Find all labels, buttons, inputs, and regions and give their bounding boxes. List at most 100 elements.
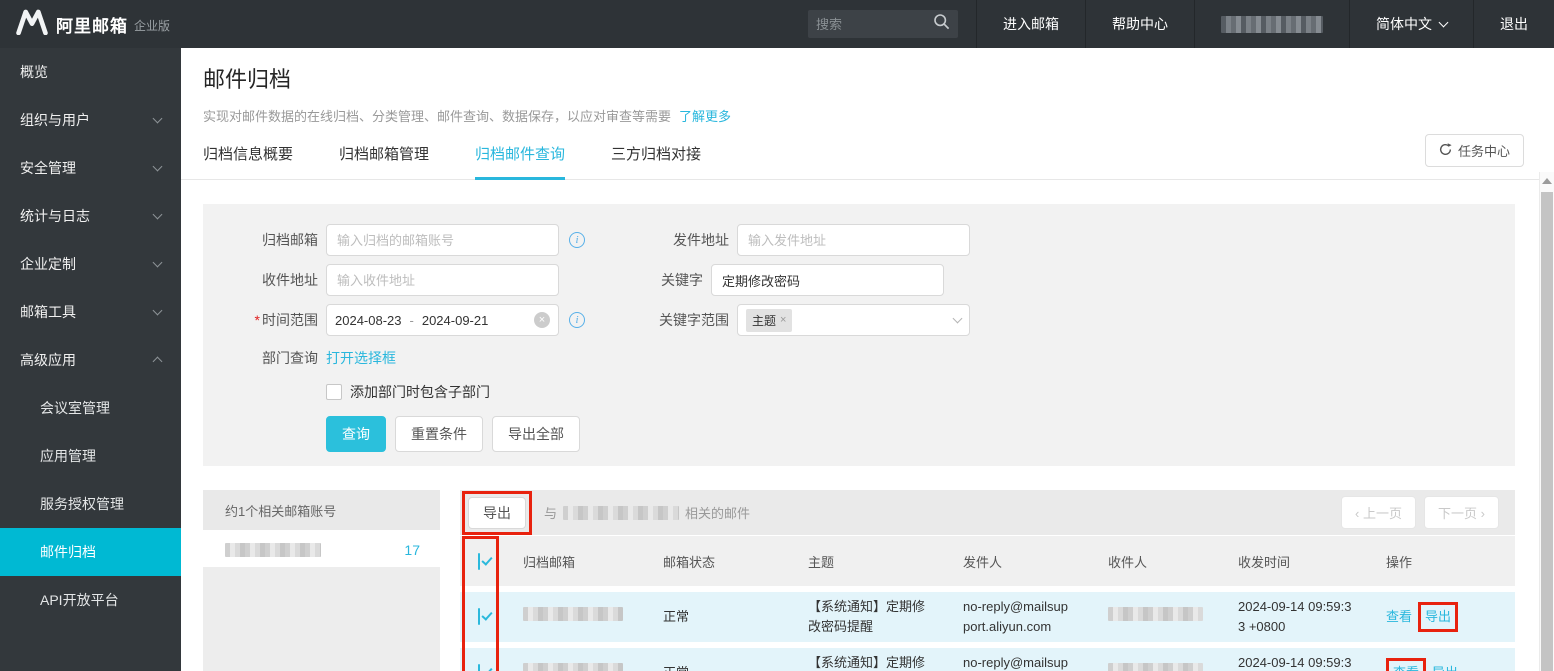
include-sub-dept-checkbox[interactable] [326, 384, 342, 400]
chevron-down-icon[interactable] [953, 314, 963, 324]
enter-mailbox-button[interactable]: 进入邮箱 [976, 0, 1085, 48]
sidebar-subitem-label: 应用管理 [40, 446, 96, 466]
redacted-account-name [1221, 16, 1323, 33]
sidebar-item-mail-tools[interactable]: 邮箱工具 [0, 288, 181, 336]
sidebar-item-org-users[interactable]: 组织与用户 [0, 96, 181, 144]
mail-time: 2024-09-14 09:59:33 +0800 [1220, 597, 1368, 637]
clear-date-icon[interactable]: × [534, 312, 550, 328]
sidebar-item-api-platform[interactable]: API开放平台 [0, 576, 181, 624]
help-center-button[interactable]: 帮助中心 [1085, 0, 1194, 48]
sidebar-subitem-label: 会议室管理 [40, 398, 110, 418]
chevron-down-icon [153, 162, 163, 172]
chevron-down-icon [153, 306, 163, 316]
learn-more-link[interactable]: 了解更多 [679, 109, 731, 124]
sidebar-item-advanced-apps[interactable]: 高级应用 [0, 336, 181, 384]
archive-mailbox-label: 归档邮箱 [203, 230, 318, 250]
view-mail-link[interactable]: 查看 [1393, 665, 1419, 671]
date-end-value[interactable]: 2024-09-21 [422, 313, 489, 328]
logout-button[interactable]: 退出 [1473, 0, 1554, 48]
scroll-up-icon[interactable] [1542, 178, 1552, 184]
redacted-related-account [563, 506, 679, 520]
related-accounts-panel: 约1个相关邮箱账号 17 [203, 490, 440, 671]
page-title: 邮件归档 [203, 62, 1554, 94]
sidebar-subitem-label: 服务授权管理 [40, 494, 124, 514]
sidebar-item-app-management[interactable]: 应用管理 [0, 432, 181, 480]
required-asterisk: * [255, 312, 260, 328]
topbar-search[interactable] [808, 10, 958, 38]
chevron-down-icon [153, 210, 163, 220]
date-start-value[interactable]: 2024-08-23 [335, 313, 402, 328]
tab-archive-mailbox-management[interactable]: 归档邮箱管理 [339, 143, 429, 179]
col-header-archive-mailbox: 归档邮箱 [505, 552, 645, 571]
search-input[interactable] [816, 17, 933, 32]
export-mail-link[interactable]: 导出 [1432, 663, 1458, 671]
recipient-address-input[interactable] [326, 264, 559, 296]
sidebar-item-meeting-room[interactable]: 会议室管理 [0, 384, 181, 432]
mail-sender: no-reply@mailsupport.aliyun.com [945, 653, 1090, 671]
sidebar-item-enterprise-custom[interactable]: 企业定制 [0, 240, 181, 288]
sidebar: 概览 组织与用户 安全管理 统计与日志 企业定制 邮箱工具 高级应用 会议室管理… [0, 48, 181, 671]
time-range-label: *时间范围 [203, 310, 318, 330]
col-header-mailbox-status: 邮箱状态 [645, 552, 790, 571]
related-suffix: 相关的邮件 [685, 503, 750, 522]
tab-archive-info-summary[interactable]: 归档信息概要 [203, 143, 293, 179]
open-selector-link[interactable]: 打开选择框 [326, 350, 396, 366]
related-account-item[interactable]: 17 [203, 535, 440, 565]
sidebar-item-mail-archive[interactable]: 邮件归档 [0, 528, 181, 576]
sidebar-item-stats-logs[interactable]: 统计与日志 [0, 192, 181, 240]
next-page-label: 下一页 [1438, 506, 1477, 521]
help-center-label: 帮助中心 [1112, 14, 1168, 34]
recipient-address-label: 收件地址 [203, 270, 318, 290]
sidebar-subitem-label: 邮件归档 [40, 542, 96, 562]
page-subtitle: 实现对邮件数据的在线归档、分类管理、邮件查询、数据保存，以应对审查等需要了解更多 [203, 106, 1554, 125]
sidebar-item-overview[interactable]: 概览 [0, 48, 181, 96]
sender-address-input[interactable] [737, 224, 970, 256]
mail-list-toolbar: 导出 与 相关的邮件 ‹ 上一页 下一页 › [460, 490, 1515, 535]
mail-sender: no-reply@mailsupport.aliyun.com [945, 597, 1090, 637]
topbar: 阿里邮箱 企业版 进入邮箱 帮助中心 简体中文 退出 [0, 0, 1554, 48]
keyword-scope-select[interactable]: 主题× [737, 304, 970, 336]
table-row[interactable]: 正常 【系统通知】定期修改密码提醒 no-reply@mailsupport.a… [460, 592, 1515, 642]
select-all-checkbox[interactable] [478, 553, 480, 570]
export-all-button[interactable]: 导出全部 [492, 416, 580, 452]
query-button[interactable]: 查询 [326, 416, 386, 452]
vertical-scrollbar[interactable] [1539, 172, 1554, 671]
row-checkbox[interactable] [478, 664, 480, 671]
sidebar-item-security[interactable]: 安全管理 [0, 144, 181, 192]
prev-page-button[interactable]: ‹ 上一页 [1341, 496, 1416, 529]
date-range-picker[interactable]: 2024-08-23 - 2024-09-21 × [326, 304, 559, 336]
next-page-button[interactable]: 下一页 › [1424, 496, 1499, 529]
keyword-input[interactable] [711, 264, 944, 296]
tab-third-party-archive[interactable]: 三方归档对接 [611, 143, 701, 179]
keyword-scope-tag: 主题× [746, 309, 792, 332]
related-prefix: 与 [544, 503, 557, 522]
task-center-button[interactable]: 任务中心 [1425, 134, 1524, 167]
language-selector[interactable]: 简体中文 [1349, 0, 1473, 48]
view-mail-link[interactable]: 查看 [1386, 607, 1412, 627]
info-icon[interactable]: i [569, 232, 585, 248]
chevron-up-icon [153, 357, 163, 367]
results-section: 约1个相关邮箱账号 17 导出 与 [203, 490, 1515, 671]
department-query-label: 部门查询 [203, 348, 318, 368]
account-menu[interactable] [1194, 0, 1349, 48]
search-icon[interactable] [933, 13, 950, 35]
reset-button[interactable]: 重置条件 [395, 416, 483, 452]
sidebar-item-service-auth[interactable]: 服务授权管理 [0, 480, 181, 528]
mail-subject: 【系统通知】定期修改密码提醒 [790, 597, 945, 637]
date-separator: - [410, 313, 414, 328]
brand-name: 阿里邮箱 [56, 12, 128, 37]
table-row[interactable]: 正常 【系统通知】定期修改密码提醒 no-reply@mailsupport.a… [460, 648, 1515, 671]
sender-address-label: 发件地址 [609, 230, 729, 250]
row-checkbox[interactable] [478, 608, 480, 625]
chevron-down-icon [153, 114, 163, 124]
mail-list-panel: 导出 与 相关的邮件 ‹ 上一页 下一页 › [460, 490, 1515, 671]
refresh-icon [1439, 143, 1452, 159]
archive-mailbox-input[interactable] [326, 224, 559, 256]
col-header-subject: 主题 [790, 552, 945, 571]
tab-archive-mail-query[interactable]: 归档邮件查询 [475, 143, 565, 180]
info-icon[interactable]: i [569, 312, 585, 328]
export-mail-link[interactable]: 导出 [1425, 609, 1451, 624]
scrollbar-thumb[interactable] [1541, 192, 1553, 671]
export-selected-button[interactable]: 导出 [468, 497, 526, 529]
tag-close-icon[interactable]: × [780, 314, 786, 326]
